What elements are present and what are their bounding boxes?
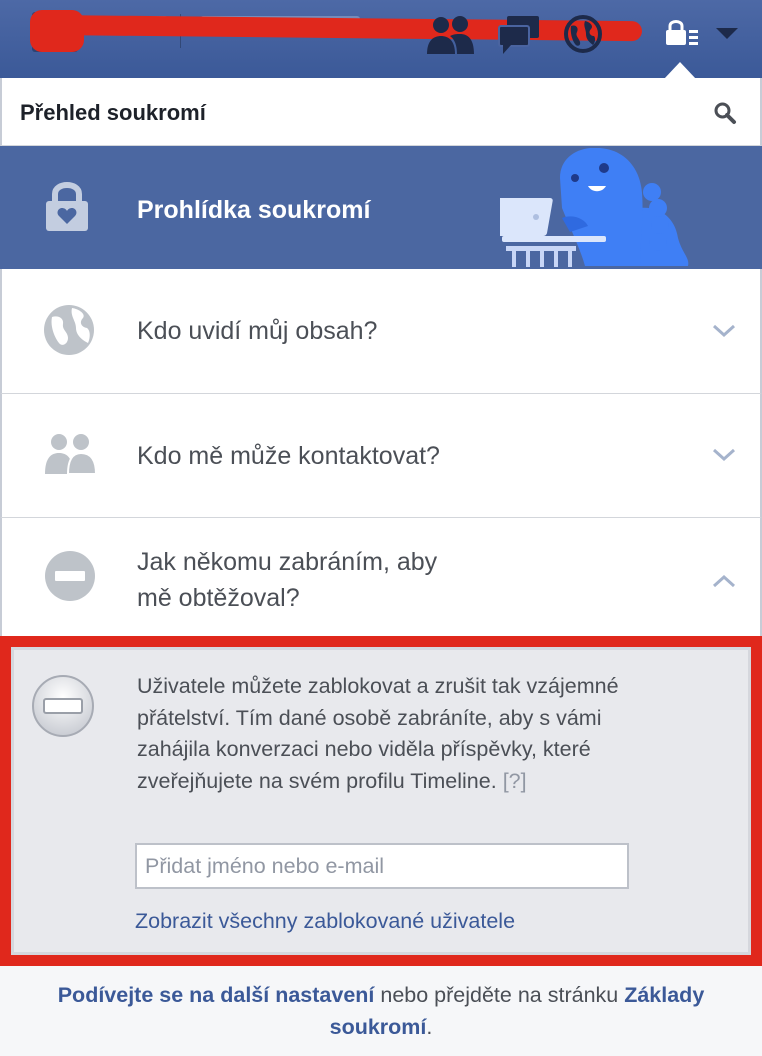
blocking-description-text: Uživatele můžete zablokovat a zrušit tak…: [137, 674, 619, 793]
footer-middle-text: nebo přejděte na stránku: [374, 983, 625, 1007]
lock-heart-icon: [46, 182, 88, 231]
section-label: Kdo mě může kontaktovat?: [137, 442, 440, 470]
block-icon: [32, 675, 94, 737]
search-icon[interactable]: [713, 101, 737, 125]
section-who-can-contact-me[interactable]: Kdo mě může kontaktovat?: [0, 394, 762, 518]
block-user-input[interactable]: [135, 843, 629, 889]
chevron-down-icon[interactable]: [712, 324, 736, 338]
blocking-description: Uživatele můžete zablokovat a zrušit tak…: [137, 671, 627, 797]
section-who-can-see-my-stuff[interactable]: Kdo uvidí můj obsah?: [0, 269, 762, 394]
top-bar: [0, 0, 762, 79]
messages-icon[interactable]: [497, 14, 543, 56]
blocking-section-highlighted: Uživatele můžete zablokovat a zrušit tak…: [0, 636, 762, 966]
privacy-panel-header: Přehled soukromí: [0, 78, 762, 146]
dropdown-pointer: [664, 62, 696, 79]
redaction-stroke: [29, 14, 643, 42]
more-settings-link[interactable]: Podívejte se na další nastavení: [58, 983, 375, 1007]
section-how-to-stop-someone-bothering-me[interactable]: Jak někomu zabráním, aby mě obtěžoval?: [0, 518, 762, 636]
section-label: Kdo uvidí můj obsah?: [137, 317, 378, 345]
privacy-dinosaur-illustration: [500, 148, 689, 267]
privacy-tour-label: Prohlídka soukromí: [137, 196, 371, 224]
blocking-section-content: Uživatele můžete zablokovat a zrušit tak…: [11, 647, 751, 955]
chevron-down-icon[interactable]: [712, 448, 736, 462]
people-icon: [45, 434, 98, 475]
view-blocked-users-link[interactable]: Zobrazit všechny zablokované uživatele: [135, 909, 515, 934]
privacy-shortcuts-icon[interactable]: [664, 18, 700, 48]
panel-title: Přehled soukromí: [20, 100, 206, 125]
help-link[interactable]: [?]: [503, 769, 527, 793]
section-label-line1: Jak někomu zabráním, aby: [137, 548, 438, 576]
friend-requests-icon[interactable]: [424, 14, 476, 56]
footer-end: .: [426, 1015, 433, 1039]
globe-icon: [44, 305, 94, 355]
account-menu-chevron-icon[interactable]: [716, 28, 738, 39]
section-label-line2: mě obtěžoval?: [137, 584, 300, 612]
notifications-globe-icon[interactable]: [563, 14, 603, 54]
panel-footer: Podívejte se na další nastavení nebo pře…: [0, 966, 762, 1056]
block-icon: [45, 551, 95, 601]
privacy-tour-banner[interactable]: Prohlídka soukromí: [0, 146, 762, 269]
chevron-up-icon[interactable]: [712, 574, 736, 588]
